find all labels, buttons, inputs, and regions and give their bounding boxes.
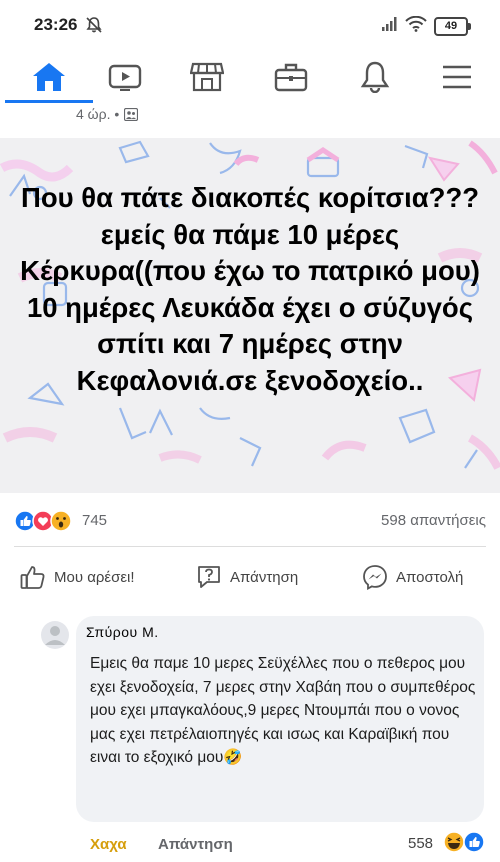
tab-marketplace[interactable] xyxy=(166,52,248,102)
post-reactions-summary[interactable]: 745 598 απαντήσεις xyxy=(0,508,500,534)
comment-text: Εμεις θα παμε 10 μερες Σεϋχέλλες που ο π… xyxy=(90,655,476,767)
battery-indicator: 49 xyxy=(434,17,471,36)
reply-button[interactable]: Απάντηση xyxy=(196,562,298,592)
messenger-icon xyxy=(363,565,387,590)
home-icon xyxy=(33,63,65,91)
comment-question-icon xyxy=(198,566,220,588)
tab-notifications[interactable] xyxy=(334,52,416,102)
tab-watch[interactable] xyxy=(84,52,166,102)
notifications-muted-icon xyxy=(85,16,103,39)
thumbs-up-icon xyxy=(20,566,45,589)
group-privacy-icon xyxy=(124,107,139,121)
send-button[interactable]: Αποστολή xyxy=(362,562,463,592)
like-button[interactable]: Μου αρέσει! xyxy=(20,562,135,592)
comment-reply-link[interactable]: Απάντηση xyxy=(158,836,233,853)
comment-reaction-icons xyxy=(443,831,485,853)
status-bar: 23:26 49 xyxy=(0,0,500,52)
status-time: 23:26 xyxy=(34,15,78,34)
send-label: Αποστολή xyxy=(396,568,464,586)
shop-icon xyxy=(190,62,224,92)
tab-menu[interactable] xyxy=(416,52,498,102)
active-tab-indicator xyxy=(5,100,93,103)
post-banner-text: Που θα πάτε διακοπές κορίτσια???εμείς θα… xyxy=(20,182,480,396)
top-navigation xyxy=(0,52,500,104)
tab-jobs[interactable] xyxy=(250,52,332,102)
replies-count[interactable]: 598 απαντήσεις xyxy=(381,512,486,529)
hamburger-icon xyxy=(443,65,471,89)
reaction-icons xyxy=(14,510,72,532)
wow-reaction-icon xyxy=(50,510,72,532)
wifi-icon xyxy=(405,15,427,37)
video-icon xyxy=(108,64,142,91)
divider xyxy=(14,546,486,547)
reactions-count: 745 xyxy=(82,512,108,529)
bell-icon xyxy=(360,61,390,93)
briefcase-icon xyxy=(274,63,308,92)
commenter-avatar[interactable] xyxy=(40,620,70,650)
comment-author[interactable]: Σπύρου Μ. xyxy=(86,624,159,640)
like-label: Μου αρέσει! xyxy=(54,568,135,586)
comment-reactions-count[interactable]: 558 xyxy=(408,835,433,852)
post-meta: 4 ώρ. • xyxy=(76,106,139,122)
tab-home[interactable] xyxy=(8,52,90,102)
haha-reaction-link[interactable]: Χαχα xyxy=(90,836,127,853)
post-time[interactable]: 4 ώρ. • xyxy=(76,106,119,122)
signal-icon xyxy=(382,17,398,36)
post-background-banner: Που θα πάτε διακοπές κορίτσια???εμείς θα… xyxy=(0,138,500,493)
reply-label: Απάντηση xyxy=(230,568,299,586)
